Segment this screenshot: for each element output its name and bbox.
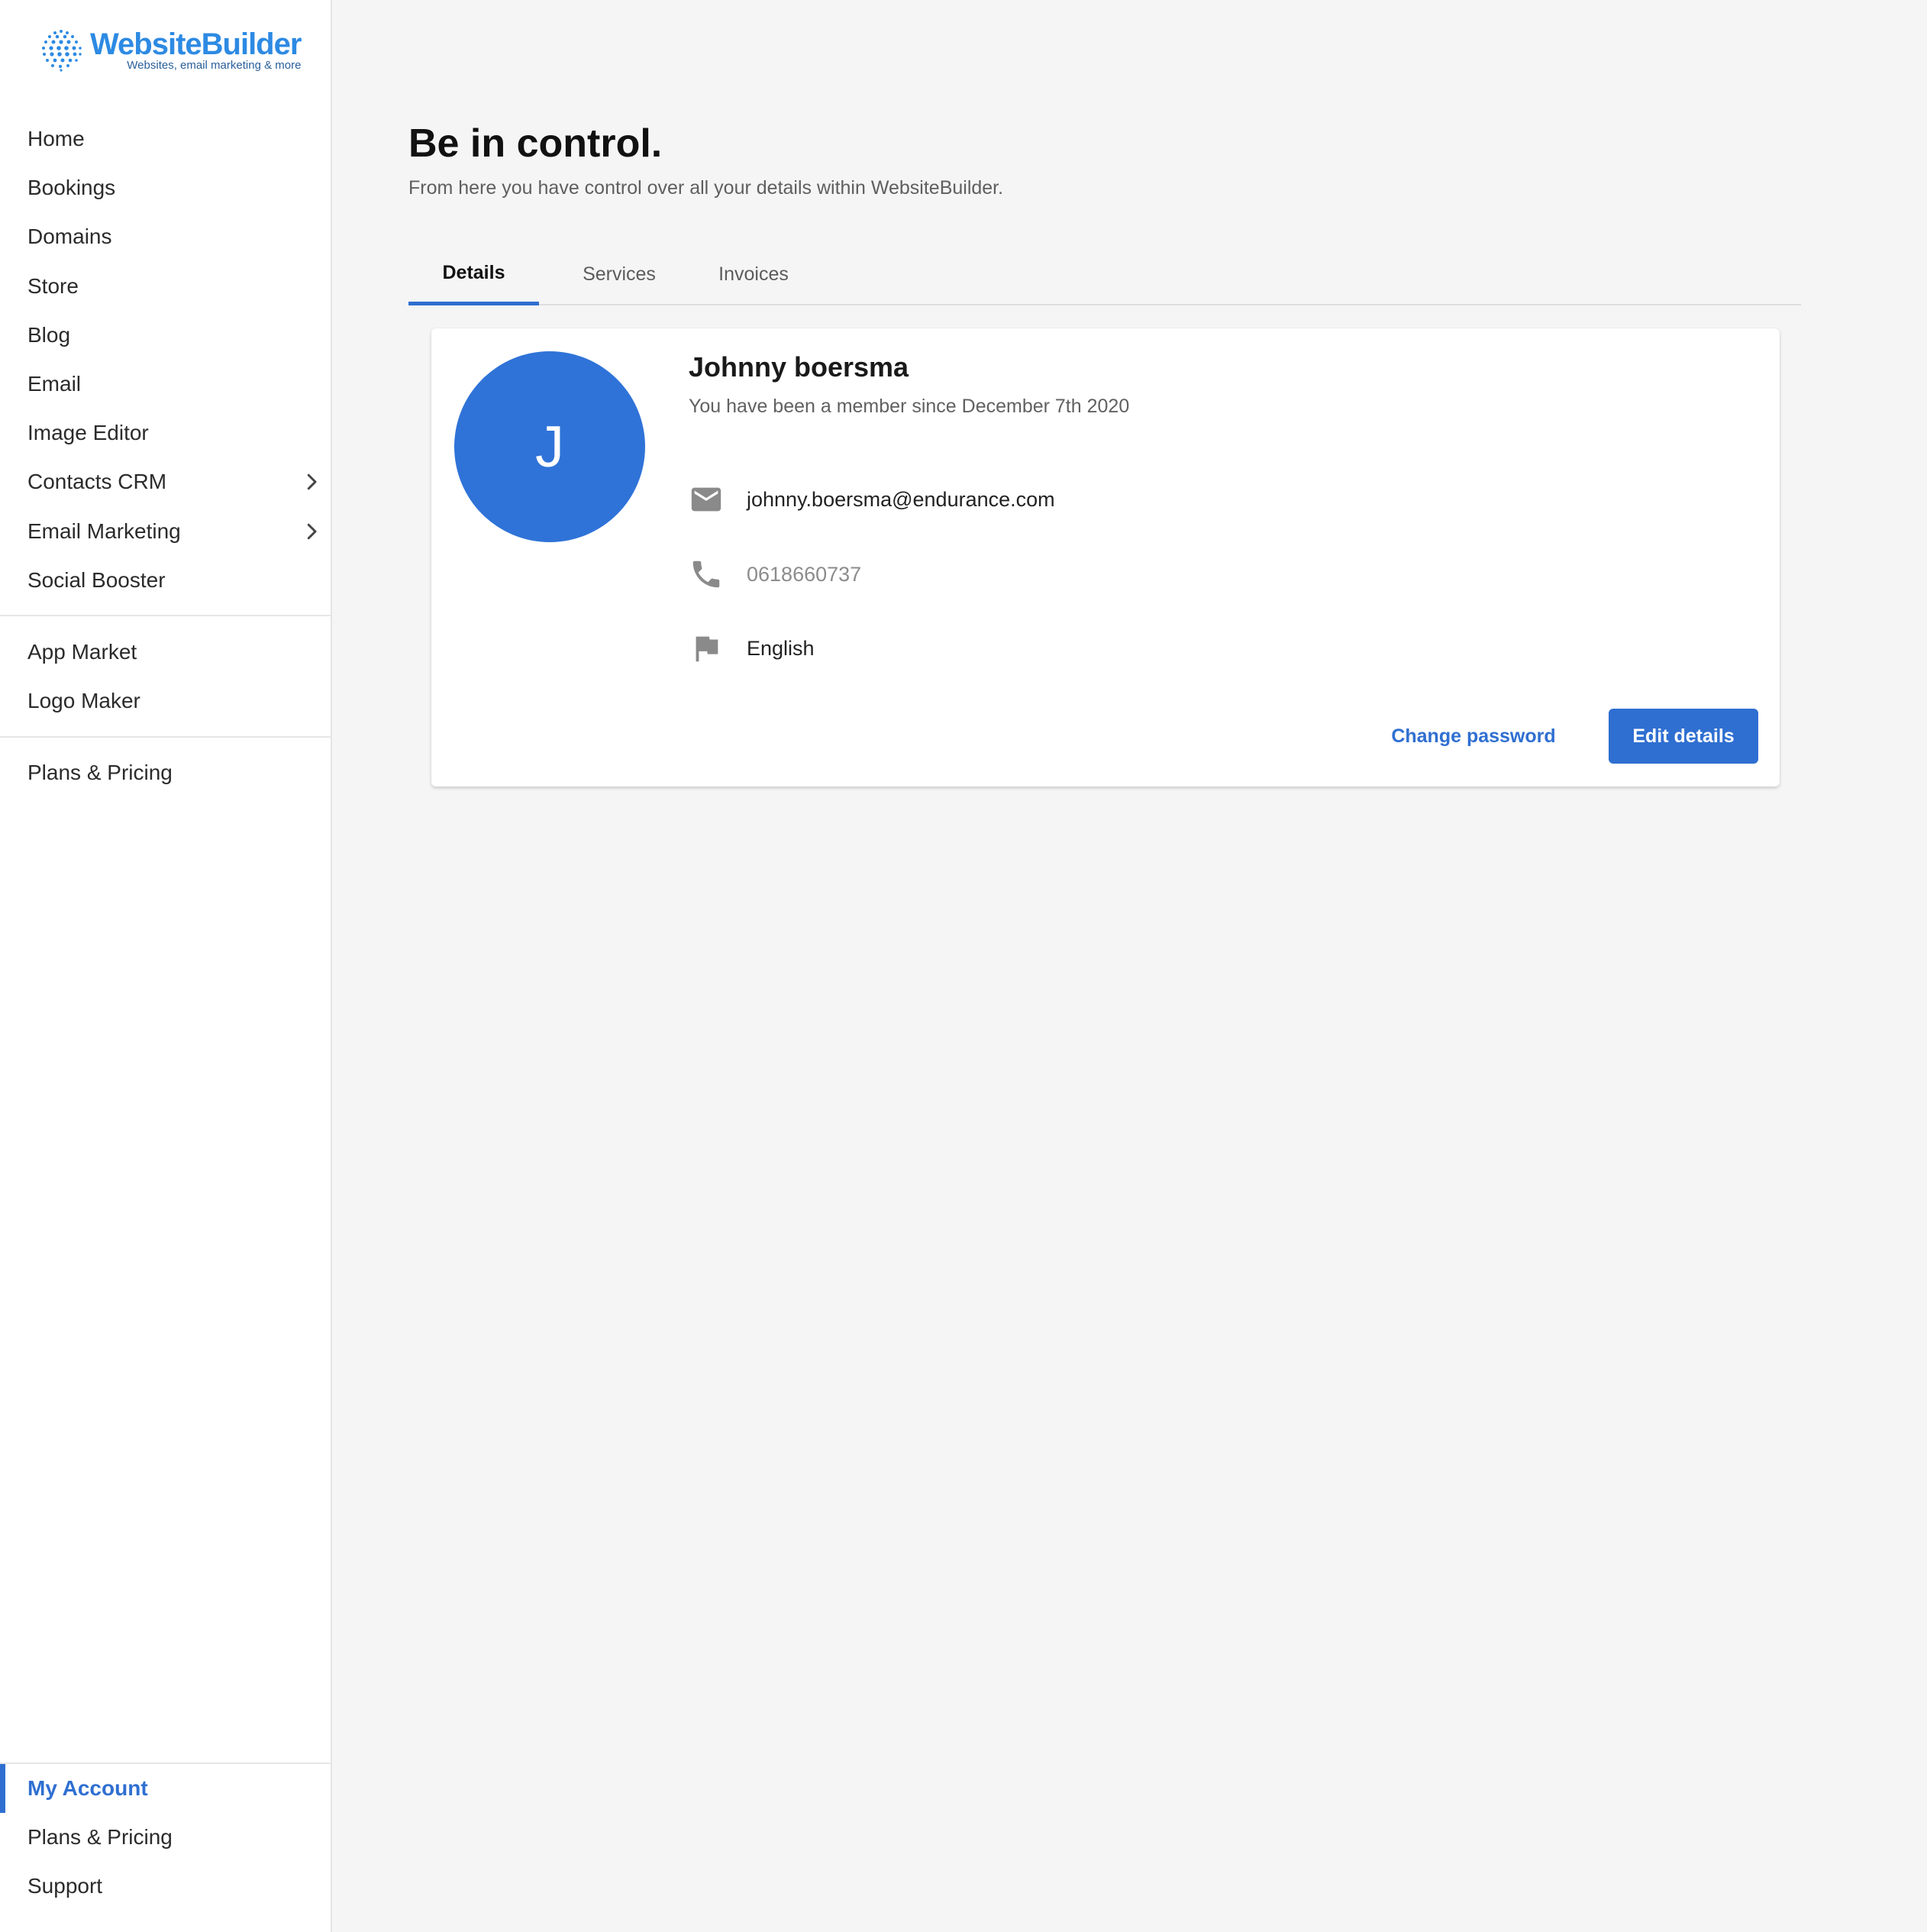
sidebar-divider (0, 736, 332, 738)
globe-dots-icon (42, 30, 82, 72)
brand-name: WebsiteBuilder (90, 27, 302, 61)
sidebar-item-social-booster[interactable]: Social Booster (0, 556, 332, 605)
main-content: Be in control. From here you have contro… (332, 0, 1927, 1932)
brand-tagline: Websites, email marketing & more (127, 59, 302, 72)
sidebar-item-plans-pricing[interactable]: Plans & Pricing (0, 748, 332, 797)
page-subtitle: From here you have control over all your… (408, 177, 1004, 199)
brand-logo[interactable]: WebsiteBuilder Websites, email marketing… (38, 23, 302, 76)
sidebar-item-store[interactable]: Store (0, 262, 332, 311)
member-since: You have been a member since December 7t… (689, 396, 1130, 417)
mail-icon (691, 487, 721, 512)
flag-icon (696, 636, 718, 662)
sidebar-item-logo-maker[interactable]: Logo Maker (0, 677, 332, 725)
phone-value: 0618660737 (747, 562, 862, 586)
sidebar-item-plans-pricing-bottom[interactable]: Plans & Pricing (0, 1813, 332, 1862)
sidebar-divider (0, 615, 332, 616)
phone-row: 0618660737 (689, 551, 861, 597)
account-tabs: Details Services Invoices (408, 244, 1801, 305)
change-password-button[interactable]: Change password (1386, 709, 1561, 764)
tools-nav: App Market Logo Maker (0, 628, 332, 725)
language-row: English (689, 625, 815, 671)
sidebar-item-image-editor[interactable]: Image Editor (0, 409, 332, 457)
user-name: Johnny boersma (689, 351, 909, 383)
sidebar-item-email-marketing[interactable]: Email Marketing (0, 507, 332, 556)
app: WebsiteBuilder Websites, email marketing… (0, 0, 1927, 1932)
chevron-right-icon (307, 474, 317, 490)
account-nav: My Account Plans & Pricing Support (0, 1764, 332, 1911)
email-value: johnny.boersma@endurance.com (747, 487, 1055, 511)
language-value: English (747, 636, 815, 660)
sidebar-item-email[interactable]: Email (0, 360, 332, 409)
sidebar-item-support[interactable]: Support (0, 1862, 332, 1911)
page-title: Be in control. (408, 121, 663, 166)
profile-card: J Johnny boersma You have been a member … (431, 328, 1780, 787)
tab-invoices[interactable]: Invoices (692, 244, 815, 304)
plans-nav: Plans & Pricing (0, 748, 332, 797)
sidebar: WebsiteBuilder Websites, email marketing… (0, 0, 332, 1932)
main-nav: Home Bookings Domains Store Blog Email I… (0, 115, 332, 605)
chevron-right-icon (307, 523, 317, 539)
avatar: J (454, 351, 645, 542)
sidebar-item-app-market[interactable]: App Market (0, 628, 332, 677)
sidebar-item-blog[interactable]: Blog (0, 311, 332, 360)
phone-icon (692, 561, 720, 588)
sidebar-item-domains[interactable]: Domains (0, 212, 332, 261)
sidebar-item-my-account[interactable]: My Account (0, 1764, 332, 1814)
sidebar-item-home[interactable]: Home (0, 115, 332, 163)
email-row: johnny.boersma@endurance.com (689, 477, 1055, 522)
tab-details[interactable]: Details (408, 244, 539, 305)
sidebar-item-bookings[interactable]: Bookings (0, 163, 332, 212)
sidebar-item-contacts-crm[interactable]: Contacts CRM (0, 457, 332, 506)
tab-services[interactable]: Services (558, 244, 680, 304)
edit-details-button[interactable]: Edit details (1609, 709, 1758, 764)
